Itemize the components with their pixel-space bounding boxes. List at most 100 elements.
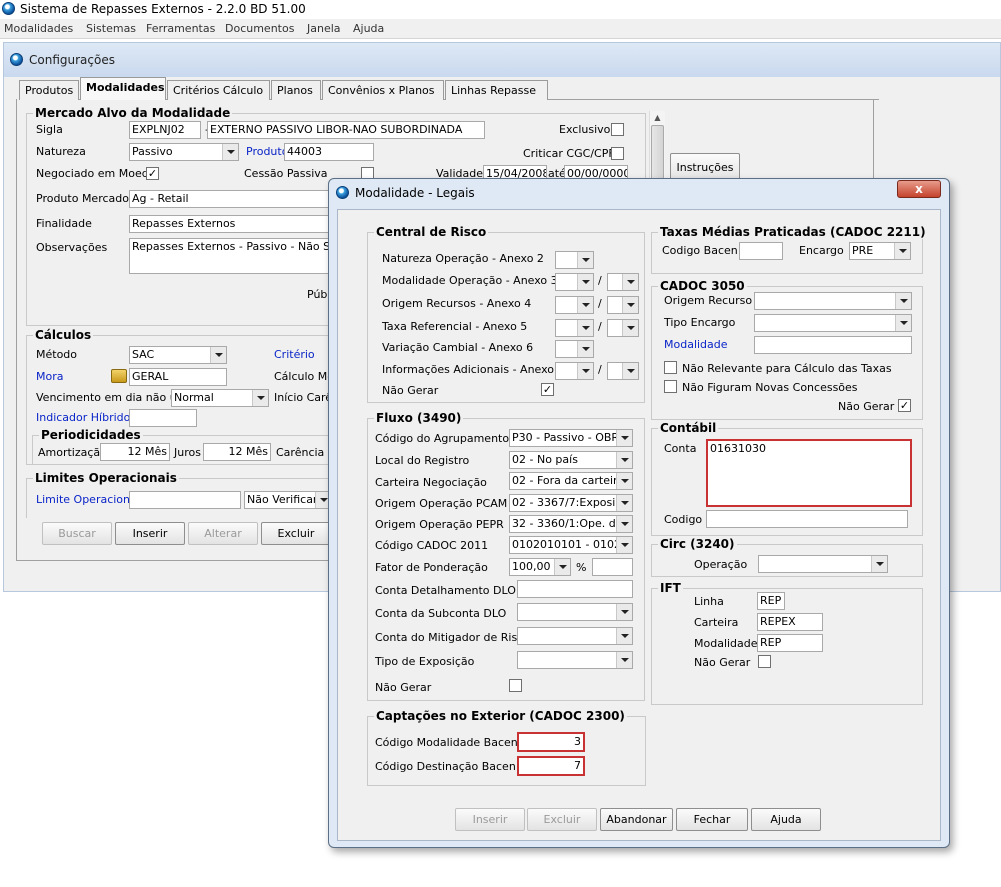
tab-linhas-repasse[interactable]: Linhas Repasse [445,80,548,100]
origem-pepr-select[interactable]: 32 - 3360/1:Ope. de e [509,515,633,533]
fator-ponderacao-select[interactable]: 100,00 [509,558,571,576]
alterar-button[interactable]: Alterar [188,522,258,545]
menu-modalidades[interactable]: Modalidades [4,22,73,35]
codigo-agrupamento-select[interactable]: P30 - Passivo - OBRIG [509,429,633,447]
informacoes-adicionais-sub-select[interactable] [607,362,639,380]
criticar-checkbox[interactable] [611,147,624,160]
slash-sep: / [598,363,602,376]
observacoes-field[interactable]: Repasses Externos - Passivo - Não Subord… [129,238,339,274]
sigla-description-field[interactable]: EXTERNO PASSIVO LIBOR-NAO SUBORDINADA [207,121,485,139]
variacao-cambial-select[interactable] [555,340,594,358]
dialog-inserir-button[interactable]: Inserir [455,808,525,831]
menu-janela[interactable]: Janela [307,22,341,35]
folder-icon[interactable] [111,369,127,383]
criterio-link[interactable]: Critério [274,348,315,361]
carteira-field[interactable]: REPEX [757,613,823,631]
exclusivo-checkbox[interactable] [611,123,624,136]
fator-percent-field[interactable] [592,558,633,576]
ajuda-button[interactable]: Ajuda [751,808,821,831]
limite-verificar-select[interactable]: Não Verificar [244,491,332,509]
mora-link[interactable]: Mora [36,370,63,383]
origem-recurso-select[interactable] [754,292,912,310]
juros-field[interactable]: 12 Mês [203,443,271,461]
tab-produtos[interactable]: Produtos [19,80,79,100]
tab-modalidades[interactable]: Modalidades [80,77,166,100]
buscar-button[interactable]: Buscar [42,522,112,545]
codigo-contabil-field[interactable] [706,510,908,528]
nao-relevante-checkbox[interactable] [664,361,677,374]
modalidade-operacao-label: Modalidade Operação - Anexo 3 [382,274,558,287]
natureza-operacao-select[interactable] [555,251,594,269]
cadoc-2011-select[interactable]: 0102010101 - 0102010 [509,536,633,554]
produto-link[interactable]: Produto [246,145,288,158]
modalidade-operacao-select[interactable] [555,273,594,291]
ift-modalidade-field[interactable]: REP [757,634,823,652]
taxa-referencial-sub-select[interactable] [607,319,639,337]
indicador-hibrido-field[interactable] [129,409,197,427]
modalidade-operacao-sub-select[interactable] [607,273,639,291]
carteira-negociacao-select[interactable]: 02 - Fora da carteira d [509,472,633,490]
tipo-encargo-select[interactable] [754,314,912,332]
tab-planos[interactable]: Planos [271,80,321,100]
close-icon[interactable]: x [897,180,941,198]
excluir-button[interactable]: Excluir [261,522,331,545]
modalidade-3050-field[interactable] [754,336,912,354]
fluxo-nao-gerar-checkbox[interactable] [509,679,522,692]
carteira-label: Carteira [694,616,739,629]
negociado-checkbox[interactable]: ✓ [146,167,159,180]
dialog-excluir-button[interactable]: Excluir [527,808,597,831]
tab-convenios-planos[interactable]: Convênios x Planos [322,80,444,100]
codigo-bacen-field[interactable] [739,242,783,260]
tipo-exposicao-select[interactable] [517,651,633,669]
encargo-select[interactable]: PRE [849,242,911,260]
tab-criterios-calculo[interactable]: Critérios Cálculo [167,80,270,100]
mora-field[interactable]: GERAL [129,368,227,386]
metodo-select[interactable]: SAC [129,346,227,364]
instrucoes-button[interactable]: Instruções [670,153,740,181]
app-logo-icon [2,2,15,15]
produto-mercado-field[interactable]: Ag - Retail [129,190,339,208]
cadoc-nao-gerar-checkbox[interactable]: ✓ [898,399,911,412]
carteira-negociacao-label: Carteira Negociação [375,476,487,489]
nao-figuram-checkbox[interactable] [664,380,677,393]
origem-recursos-select[interactable] [555,296,594,314]
produto-field[interactable]: 44003 [284,143,374,161]
conta-field[interactable]: 01631030 [706,439,912,507]
operacao-select[interactable] [758,555,888,573]
abandonar-button[interactable]: Abandonar [600,808,673,831]
linha-field[interactable]: REP [757,592,785,610]
codigo-modalidade-bacen-field[interactable]: 3 [517,732,585,752]
conta-detalhamento-field[interactable] [517,580,633,598]
mitigador-select[interactable] [517,627,633,645]
natureza-select[interactable]: Passivo [129,143,239,161]
menu-sistemas[interactable]: Sistemas [86,22,136,35]
operacao-label: Operação [694,558,748,571]
ift-nao-gerar-checkbox[interactable] [758,655,771,668]
origem-recursos-sub-select[interactable] [607,296,639,314]
subconta-select[interactable] [517,603,633,621]
sigla-field[interactable]: EXPLNJ02 [129,121,201,139]
menu-ferramentas[interactable]: Ferramentas [146,22,215,35]
menu-ajuda[interactable]: Ajuda [353,22,384,35]
chevron-down-icon [616,537,632,553]
finalidade-field[interactable]: Repasses Externos [129,215,339,233]
inserir-button[interactable]: Inserir [115,522,185,545]
central-nao-gerar-checkbox[interactable]: ✓ [541,383,554,396]
limite-operacional-link[interactable]: Limite Operacional [36,493,140,506]
taxa-referencial-select[interactable] [555,319,594,337]
local-registro-select[interactable]: 02 - No país [509,451,633,469]
limite-verificar-value: Não Verificar [247,493,318,506]
menu-documentos[interactable]: Documentos [225,22,294,35]
limite-operacional-field[interactable] [129,491,241,509]
codigo-destinacao-bacen-field[interactable]: 7 [517,756,585,776]
vencimento-select[interactable]: Normal [171,389,269,407]
chevron-down-icon [252,390,268,406]
scroll-up-icon[interactable]: ▲ [652,113,663,124]
fechar-button[interactable]: Fechar [676,808,748,831]
indicador-hibrido-link[interactable]: Indicador Híbrido [36,411,130,424]
origem-pcam-select[interactable]: 02 - 3367/7:Exposição [509,494,633,512]
modalidade-3050-link[interactable]: Modalidade [664,338,728,351]
chevron-down-icon [577,363,593,379]
informacoes-adicionais-select[interactable] [555,362,594,380]
amortizacao-field[interactable]: 12 Mês [100,443,170,461]
